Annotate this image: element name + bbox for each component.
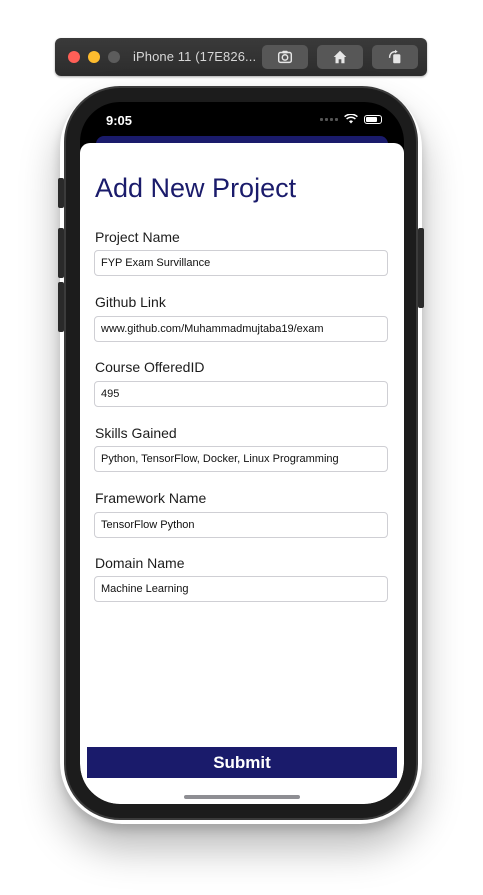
status-time: 9:05 [106, 113, 133, 128]
framework-name-input[interactable] [94, 512, 388, 538]
home-button[interactable] [317, 45, 363, 69]
page-title: Add New Project [95, 173, 297, 203]
domain-name-input[interactable] [94, 576, 388, 602]
signal-icon [320, 117, 338, 121]
home-icon [333, 50, 347, 64]
simulator-toolbar: iPhone 11 (17E826... [55, 38, 427, 76]
minimize-window-button[interactable] [88, 51, 100, 63]
course-offered-id-label: Course OfferedID [95, 359, 205, 375]
simulator-title: iPhone 11 (17E826... [133, 49, 257, 64]
course-offered-id-input[interactable] [94, 381, 388, 407]
notch [151, 102, 331, 128]
home-indicator[interactable] [184, 795, 300, 799]
github-link-label: Github Link [95, 294, 166, 310]
github-link-input[interactable] [94, 316, 388, 342]
project-name-label: Project Name [95, 229, 180, 245]
power-button [418, 228, 424, 308]
submit-button[interactable]: Submit [87, 747, 397, 778]
wifi-icon [344, 114, 358, 124]
framework-name-label: Framework Name [95, 490, 207, 506]
domain-name-label: Domain Name [95, 555, 185, 571]
screenshot-icon [277, 50, 293, 64]
rotate-icon [388, 49, 401, 64]
status-icons [320, 114, 382, 124]
form-sheet: Add New Project Project Name Github Link… [80, 143, 404, 804]
close-window-button[interactable] [68, 51, 80, 63]
screenshot-button[interactable] [262, 45, 308, 69]
zoom-window-button[interactable] [108, 51, 120, 63]
skills-gained-label: Skills Gained [95, 425, 177, 441]
project-name-input[interactable] [94, 250, 388, 276]
device-screen: 9:05 Add New Project Project Name Github… [80, 102, 404, 804]
battery-icon [364, 114, 382, 124]
skills-gained-input[interactable] [94, 446, 388, 472]
rotate-button[interactable] [372, 45, 418, 69]
